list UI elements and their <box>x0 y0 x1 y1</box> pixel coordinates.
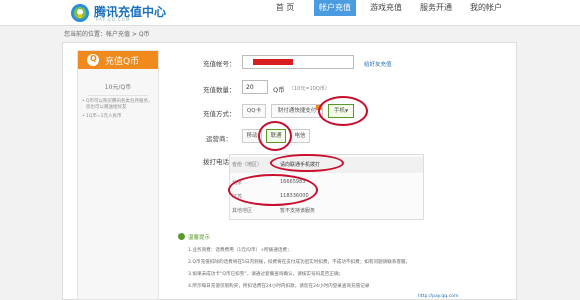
redacted-account <box>253 59 293 65</box>
tip-line: 3.如果未成功卡“Q币已扣完”，请通过套餐查询确认，请核实号码是否正确； <box>188 272 344 277</box>
method-label: 充值方式： <box>203 110 236 118</box>
operator-label: 运营商： <box>206 135 232 143</box>
sidebar-note: 1Q币=1元人民币 <box>82 114 156 120</box>
operator-telecom-label: 电信 <box>294 133 306 139</box>
tips-title: 温馨提示 <box>188 235 211 241</box>
method-qq-card[interactable]: QQ卡 <box>242 104 266 118</box>
sidebar-note: Q币可以购买腾讯各类包月服务，您也可以赠送给好友 <box>82 99 156 111</box>
amount-input[interactable]: 20 <box>242 80 268 94</box>
breadcrumb: 您当前的位置：帐户充值 > Q币 <box>64 31 150 38</box>
amount-hint: （10元=10Q币） <box>289 86 330 92</box>
annotation-circle <box>228 174 318 206</box>
site-logo[interactable]: 腾讯充值中心 PAY.QQ.COM <box>70 2 210 24</box>
nav-account-recharge[interactable]: 帐户充值 <box>314 0 356 16</box>
table-cell-region: 其他地区 <box>232 208 253 214</box>
sidebar-price: 10元/Q币 <box>104 84 132 91</box>
annotation-circle <box>318 96 368 126</box>
q-coin-glyph: Q <box>90 54 97 63</box>
account-input[interactable] <box>242 55 354 69</box>
annotation-circle <box>270 154 344 172</box>
method-qq-card-label: QQ卡 <box>246 108 262 114</box>
recharge-friend-link[interactable]: 给好友充值 <box>364 60 392 68</box>
tip-line: 2.Q币充值扣除的话费将在5日内到账，扣费将在支付成功后实时扣费，不成功不扣费；… <box>188 260 411 265</box>
account-label: 充值帐号： <box>203 60 236 68</box>
nav-home[interactable]: 首 页 <box>270 0 300 16</box>
amount-label: 充值数量： <box>203 86 236 94</box>
sidebar-title: 充值Q币 <box>105 57 140 67</box>
nav-my-account[interactable]: 我的帐户 <box>466 0 506 16</box>
q-coin-icon: Q <box>87 54 99 66</box>
amount-unit: Q币 <box>273 86 285 94</box>
penguin-logo-icon <box>71 4 89 22</box>
nav-game-recharge[interactable]: 游戏充值 <box>366 0 406 16</box>
product-sidebar: Q 充值Q币 10元/Q币 Q币可以购买腾讯各类包月服务，您也可以赠送给好友 1… <box>77 50 159 300</box>
info-icon <box>178 233 185 240</box>
table-cell-number: 暂不支持该服务 <box>280 208 316 214</box>
logo-subtitle: PAY.QQ.COM <box>96 17 131 22</box>
pay-link[interactable]: http://pay.qq.com <box>418 294 458 299</box>
nav-service[interactable]: 服务开通 <box>416 0 456 16</box>
amount-value: 20 <box>246 84 254 91</box>
method-tenpay-label: 财付通快捷支付 <box>277 108 317 114</box>
top-header: 腾讯充值中心 PAY.QQ.COM 首 页 帐户充值 游戏充值 服务开通 我的帐… <box>0 0 580 26</box>
annotation-circle <box>258 121 292 151</box>
sidebar-title-bar: Q 充值Q币 <box>78 51 158 69</box>
operator-mobile-label: 移动 <box>246 133 258 139</box>
sidebar-divider <box>88 95 148 96</box>
sidebar-notes: Q币可以购买腾讯各类包月服务，您也可以赠送给好友 1Q币=1元人民币 <box>82 99 156 123</box>
table-row: 其他地区 暂不支持该服务 <box>230 205 423 216</box>
operator-telecom[interactable]: 电信 <box>290 129 310 143</box>
tip-line: 4.所示每日充值仅限购买，所扣话费在24小时内扣款，请您在24小时内登录查询充值… <box>188 284 370 289</box>
method-tenpay[interactable]: 财付通快捷支付 <box>271 104 323 118</box>
table-cell-region: 省份（地区） <box>232 162 263 168</box>
tip-line: 1.业务资费：话费费用（1元/Q币）+所拨通话费； <box>188 248 292 253</box>
